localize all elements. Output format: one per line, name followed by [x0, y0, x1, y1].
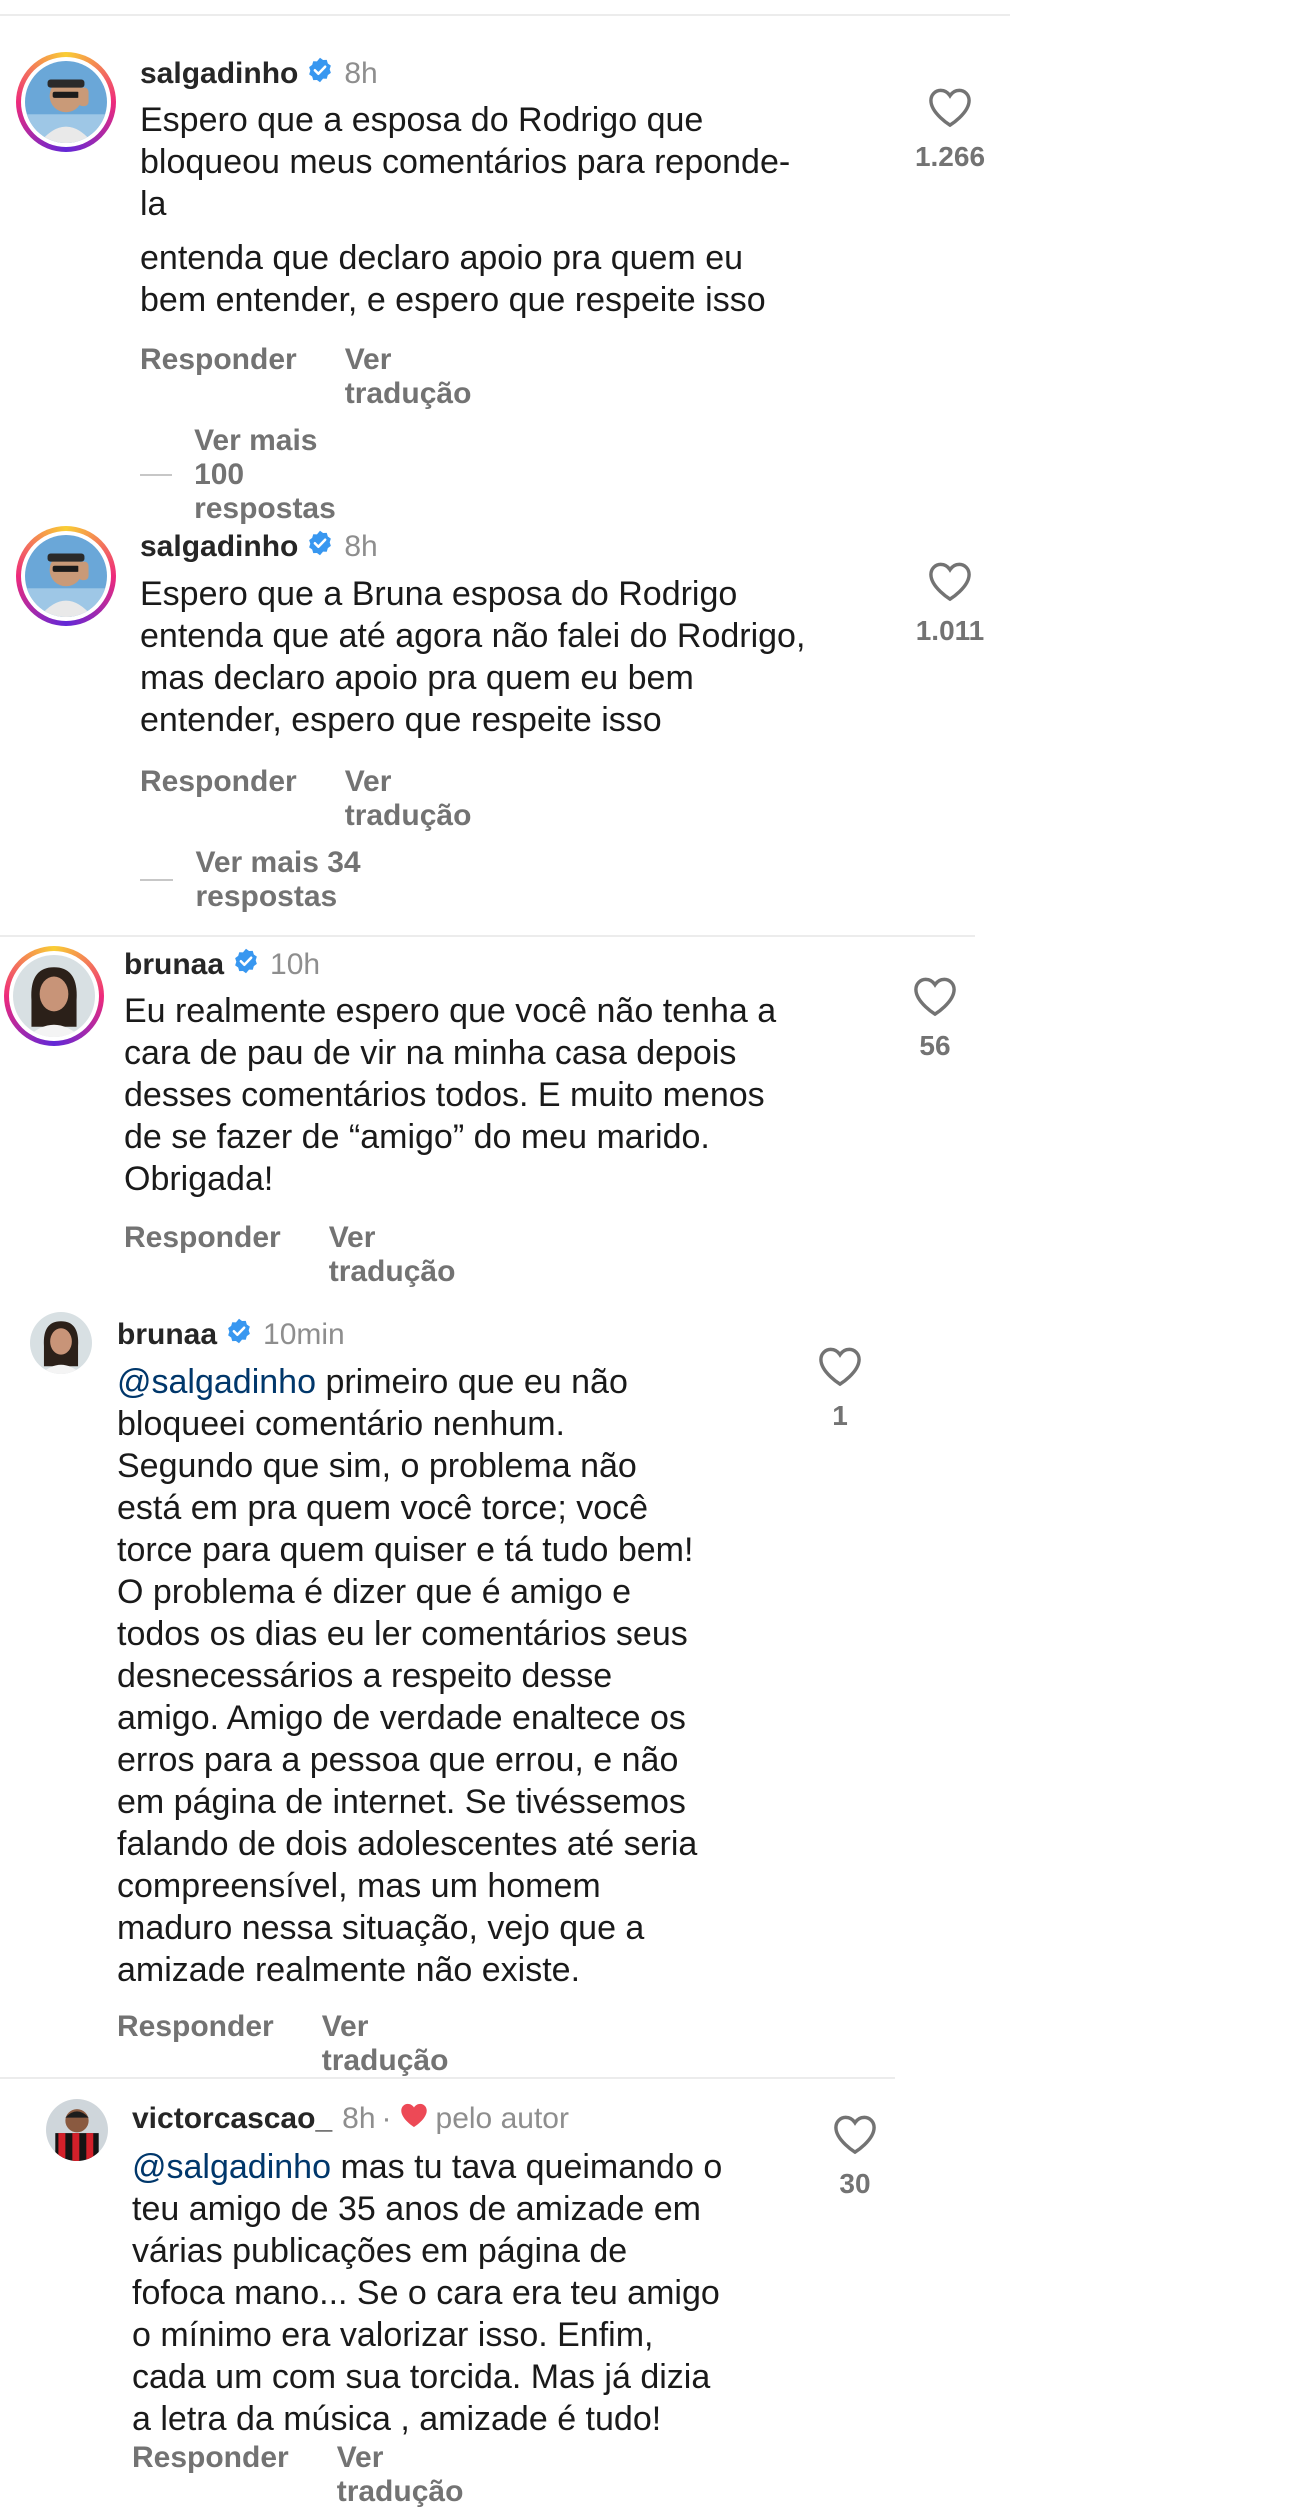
- comment-text-line: la: [140, 185, 167, 223]
- top-divider: [0, 14, 1010, 16]
- comment-text-line: O problema é dizer que é amigo e: [117, 1573, 632, 1611]
- comment-text-line: Espero que a Bruna esposa do Rodrigo: [140, 575, 738, 613]
- avatar-photo: [46, 2099, 108, 2161]
- heart-outline-icon[interactable]: [832, 2115, 878, 2161]
- reply-button[interactable]: Responder: [124, 1221, 281, 1289]
- comment-text-line: de se fazer de “amigo” do meu marido.: [124, 1118, 710, 1156]
- comment-username[interactable]: brunaa: [124, 948, 224, 982]
- comment-text-line: entender, espero que respeite isso: [140, 701, 662, 739]
- comment-text-line: cada um com sua torcida. Mas já dizia: [132, 2358, 711, 2396]
- comment-text-line: entenda que declaro apoio pra quem eu: [140, 239, 744, 277]
- comment-time: 10min: [263, 1318, 345, 1351]
- avatar-photo: [30, 1312, 92, 1374]
- comment-text-line: cara de pau de vir na minha casa depois: [124, 1034, 737, 1072]
- heart-outline-icon[interactable]: [927, 562, 973, 608]
- avatar-photo: [25, 535, 107, 617]
- comment-text: @salgadinho mas tu tava queimando o teu …: [132, 2146, 852, 2440]
- verified-badge-icon: [232, 947, 260, 983]
- see-translation-button[interactable]: Ver tradução: [329, 1221, 456, 1289]
- comment-text-line: erros para a pessoa que errou, e não: [117, 1741, 679, 1779]
- comment-text-line: fofoca mano... Se o cara era teu amigo: [132, 2274, 720, 2312]
- reply-button[interactable]: Responder: [132, 2441, 289, 2509]
- heart-outline-icon[interactable]: [927, 88, 973, 134]
- view-more-replies-button[interactable]: Ver mais 34 respostas: [140, 846, 366, 914]
- comment-text: @salgadinho primeiro que eu não bloqueei…: [117, 1361, 837, 1991]
- view-more-replies-label: Ver mais 100 respostas: [194, 424, 336, 525]
- heart-outline-icon[interactable]: [912, 977, 958, 1023]
- avatar-photo: [25, 61, 107, 143]
- like-count: 1.266: [914, 141, 986, 172]
- comment-text-line: desnecessários a respeito desse: [117, 1657, 613, 1695]
- comment-username[interactable]: salgadinho: [140, 530, 298, 564]
- like-count: 1.011: [915, 615, 985, 646]
- comment-text-line: desses comentários todos. E muito menos: [124, 1076, 765, 1114]
- comment-text-line: a letra da música , amizade é tudo!: [132, 2400, 662, 2438]
- separator-dot: ·: [381, 2102, 392, 2135]
- comment-text-line: em página de internet. Se tivéssemos: [117, 1783, 686, 1821]
- comment-text-line: amizade realmente não existe.: [117, 1951, 581, 1989]
- comment-username[interactable]: salgadinho: [140, 57, 298, 91]
- reply-button[interactable]: Responder: [117, 2010, 274, 2078]
- comment-text-line: bem entender, e espero que respeite isso: [140, 281, 766, 319]
- thread-divider: [0, 2077, 895, 2079]
- comment-text-line: torce para quem quiser e tá tudo bem!: [117, 1531, 694, 1569]
- comment-text-line: está em pra quem você torce; você: [117, 1489, 649, 1527]
- comment-time: 8h: [344, 530, 378, 563]
- comment-text-line: o mínimo era valorizar isso. Enfim,: [132, 2316, 654, 2354]
- verified-badge-icon: [306, 529, 334, 565]
- comment-text: Espero que a esposa do Rodrigo que bloqu…: [140, 99, 900, 321]
- comment-text: Eu realmente espero que você não tenha a…: [124, 990, 884, 1200]
- comment-text-line: todos os dias eu ler comentários seus: [117, 1615, 688, 1653]
- verified-badge-icon: [306, 56, 334, 92]
- avatar[interactable]: [30, 1312, 92, 1374]
- see-translation-button[interactable]: Ver tradução: [345, 343, 472, 411]
- comment-username[interactable]: victorcascao_: [132, 2102, 332, 2136]
- comment-text-line: amigo. Amigo de verdade enaltece os: [117, 1699, 686, 1737]
- comment-text-line: mas declaro apoio pra quem eu bem: [140, 659, 694, 697]
- comment-text-line: falando de dois adolescentes até seria: [117, 1825, 698, 1863]
- comment-text-line: bloqueei comentário nenhum.: [117, 1405, 565, 1443]
- avatar[interactable]: [4, 946, 104, 1046]
- like-count: 30: [839, 2168, 871, 2199]
- comment-username[interactable]: brunaa: [117, 1318, 217, 1352]
- heart-outline-icon[interactable]: [817, 1347, 863, 1393]
- mention-link[interactable]: @salgadinho: [132, 2148, 331, 2186]
- comment-text-line: teu amigo de 35 anos de amizade em: [132, 2190, 701, 2228]
- comment-text-line: maduro nessa situação, vejo que a: [117, 1909, 645, 1947]
- see-translation-button[interactable]: Ver tradução: [345, 765, 472, 833]
- comment-text-line: Espero que a esposa do Rodrigo que: [140, 101, 704, 139]
- see-translation-button[interactable]: Ver tradução: [337, 2441, 464, 2509]
- comment-time: 8h: [342, 2102, 376, 2135]
- comment-text-line: primeiro que eu não: [316, 1363, 628, 1401]
- liked-by-author-label: pelo autor: [435, 2102, 569, 2135]
- view-more-replies-label: Ver mais 34 respostas: [195, 846, 361, 913]
- reply-button[interactable]: Responder: [140, 343, 297, 411]
- comment-text-line: entenda que até agora não falei do Rodri…: [140, 617, 806, 655]
- comment-text-line: mas tu tava queimando o: [331, 2148, 723, 2186]
- see-translation-button[interactable]: Ver tradução: [322, 2010, 449, 2078]
- thread-divider: [0, 935, 975, 937]
- comment-text-line: compreensível, mas um homem: [117, 1867, 601, 1905]
- avatar[interactable]: [46, 2099, 108, 2161]
- replies-line: [140, 879, 174, 881]
- comment-time: 8h: [344, 57, 378, 90]
- heart-filled-icon: [398, 2101, 430, 2137]
- comment-time: 10h: [270, 948, 321, 981]
- comment-text: Espero que a Bruna esposa do Rodrigo ent…: [140, 573, 900, 741]
- avatar[interactable]: [16, 526, 116, 626]
- comment-text-line: Eu realmente espero que você não tenha a: [124, 992, 777, 1030]
- reply-button[interactable]: Responder: [140, 765, 297, 833]
- comment-text-line: bloqueou meus comentários para reponde-: [140, 143, 791, 181]
- comment-text-line: Obrigada!: [124, 1160, 274, 1198]
- mention-link[interactable]: @salgadinho: [117, 1363, 316, 1401]
- avatar-photo: [13, 955, 95, 1037]
- view-more-replies-button[interactable]: Ver mais 100 respostas: [140, 424, 366, 526]
- avatar[interactable]: [16, 52, 116, 152]
- comment-text-line: Segundo que sim, o problema não: [117, 1447, 637, 1485]
- like-count: 56: [919, 1030, 951, 1061]
- verified-badge-icon: [225, 1317, 253, 1353]
- comment-text-line: várias publicações em página de: [132, 2232, 628, 2270]
- like-count: 1: [832, 1400, 848, 1431]
- replies-line: [140, 474, 173, 476]
